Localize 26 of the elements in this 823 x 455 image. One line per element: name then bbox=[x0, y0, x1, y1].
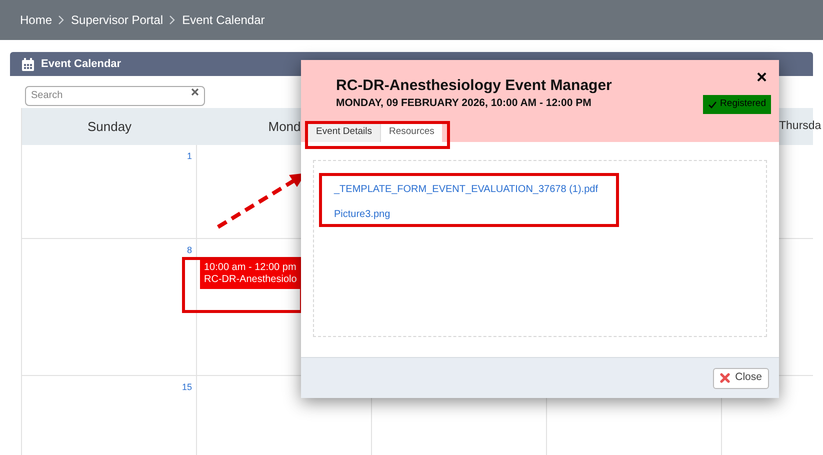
day-header: Mond bbox=[268, 118, 301, 136]
day-number[interactable]: 15 bbox=[182, 381, 192, 394]
check-icon bbox=[708, 100, 718, 108]
search-field[interactable]: Search bbox=[25, 86, 205, 106]
day-number[interactable]: 1 bbox=[186, 150, 192, 164]
breadcrumb-link[interactable]: Supervisor Portal bbox=[71, 11, 164, 29]
calendar-icon bbox=[22, 58, 34, 70]
day-header: Sunday bbox=[87, 118, 132, 136]
close-button[interactable]: × bbox=[756, 68, 767, 86]
status-label: Registered bbox=[720, 97, 766, 112]
tab[interactable]: Event Details bbox=[308, 122, 381, 142]
breadcrumb-link[interactable]: Home bbox=[20, 11, 52, 29]
file-link[interactable]: _TEMPLATE_FORM_EVENT_EVALUATION_37678 (1).pdf bbox=[334, 182, 598, 197]
day-header: Thursda bbox=[779, 118, 822, 134]
breadcrumb-link[interactable]: Event Calendar bbox=[182, 11, 265, 29]
close-icon bbox=[720, 373, 730, 383]
chevron-icon bbox=[58, 15, 66, 25]
dialog-subtitle: MONDAY, 09 FEBRUARY 2026, 10:00 AM - 12:00 PM bbox=[336, 96, 592, 111]
day-number[interactable]: 8 bbox=[186, 244, 192, 258]
close-dialog-button[interactable]: Close bbox=[713, 368, 769, 388]
panel-title: Event Calendar bbox=[41, 56, 122, 72]
chevron-icon bbox=[169, 15, 176, 25]
file-link[interactable]: Picture3.png bbox=[334, 207, 390, 222]
event-chip[interactable]: 10:00 am - 12:00 pm RC-DR-Anesthesiolo bbox=[200, 259, 303, 289]
dialog-title: RC-DR-Anesthesiology Event Manager bbox=[336, 76, 612, 96]
clear-icon[interactable] bbox=[191, 88, 199, 96]
